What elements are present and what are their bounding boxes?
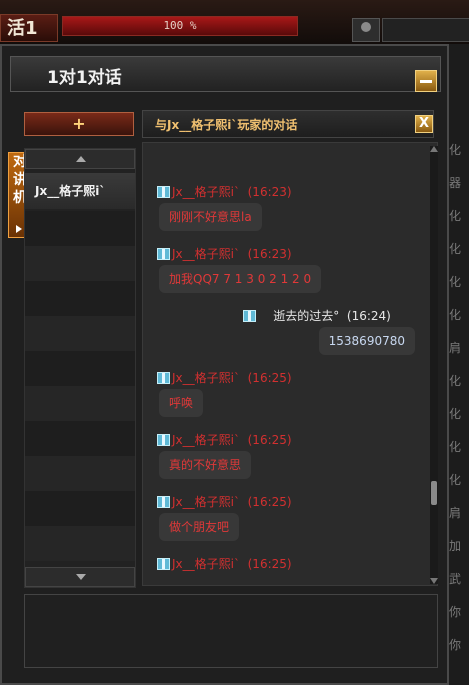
progress-text: 100 % bbox=[163, 19, 197, 32]
one-on-one-chat-window: 1对1对话 + 对 讲 机 Jx__格子熙i` 与Jx__格子熙i`玩家的对话 … bbox=[0, 44, 449, 685]
background-ui-text: 肩 bbox=[449, 506, 462, 520]
chat-message: Jx__格子熙i` (16:25) 真的不好意思 bbox=[143, 431, 435, 493]
empty-list-row bbox=[25, 386, 135, 421]
window-title: 1对1对话 bbox=[47, 68, 122, 88]
chat-header: 与Jx__格子熙i`玩家的对话 X bbox=[142, 110, 434, 138]
message-time: (16:23) bbox=[247, 185, 292, 199]
empty-list-row bbox=[25, 526, 135, 561]
message-bubble: 刚刚不好意思la bbox=[159, 203, 262, 231]
contact-scroll-up-button[interactable] bbox=[25, 149, 135, 169]
gift-icon bbox=[157, 434, 170, 446]
message-sender: Jx__格子熙i` (16:25) bbox=[157, 431, 292, 448]
message-bubble: 1538690780 bbox=[318, 327, 415, 355]
background-ui-text: 化 bbox=[449, 308, 462, 322]
activity-label: 活1 bbox=[0, 14, 58, 42]
contact-scroll-down-button[interactable] bbox=[25, 567, 135, 587]
scroll-up-arrow-icon[interactable] bbox=[430, 146, 438, 152]
background-ui-text: 化 bbox=[449, 440, 462, 454]
sender-name: 逝去的过去° bbox=[273, 309, 340, 323]
chat-message: 逝去的过去° (16:24) 1538690780 bbox=[143, 307, 435, 369]
sender-name: Jx__格子熙i` bbox=[172, 433, 240, 447]
expand-arrow-icon bbox=[16, 225, 22, 233]
empty-list-row bbox=[25, 211, 135, 246]
gift-icon bbox=[243, 310, 256, 322]
chat-message: Jx__格子熙i` (16:25) 呼唤 bbox=[143, 369, 435, 431]
message-time: (16:25) bbox=[247, 371, 292, 385]
player-avatar-icon[interactable] bbox=[352, 18, 380, 42]
empty-list-row bbox=[25, 316, 135, 351]
scrollbar-thumb[interactable] bbox=[431, 481, 437, 505]
background-ui-text: 器 bbox=[449, 176, 462, 190]
message-sender: Jx__格子熙i` (16:23) bbox=[157, 245, 292, 262]
empty-list-row bbox=[25, 421, 135, 456]
add-contact-button[interactable]: + bbox=[24, 112, 134, 136]
message-sender: Jx__格子熙i` (16:25) bbox=[157, 555, 292, 572]
message-bubble: 做个朋友吧 bbox=[159, 513, 240, 541]
gift-icon bbox=[157, 558, 170, 570]
message-time: (16:25) bbox=[247, 557, 292, 571]
empty-list-row bbox=[25, 351, 135, 386]
chat-message: Jx__格子熙i` (16:23) 加我QQ7 7 1 3 0 2 1 2 0 bbox=[143, 245, 435, 307]
background-ui-text: 肩 bbox=[449, 341, 462, 355]
background-ui-text: 化 bbox=[449, 473, 462, 487]
message-sender: Jx__格子熙i` (16:25) bbox=[157, 493, 292, 510]
contact-list: Jx__格子熙i` bbox=[24, 148, 136, 588]
background-ui-text: 你 bbox=[449, 605, 462, 619]
minimize-button[interactable] bbox=[415, 70, 437, 92]
chat-message: Jx__格子熙i` (16:23) 刚刚不好意思la bbox=[143, 183, 435, 245]
sender-name: Jx__格子熙i` bbox=[172, 557, 240, 571]
contact-item[interactable]: Jx__格子熙i` bbox=[25, 173, 135, 209]
gift-icon bbox=[157, 496, 170, 508]
message-sender: 逝去的过去° (16:24) bbox=[243, 307, 391, 324]
message-sender: Jx__格子熙i` (16:23) bbox=[157, 183, 292, 200]
sender-name: Jx__格子熙i` bbox=[172, 371, 240, 385]
scroll-down-arrow-icon[interactable] bbox=[430, 578, 438, 584]
message-time: (16:24) bbox=[346, 309, 391, 323]
background-ui-text: 加 bbox=[449, 539, 462, 553]
background-ui-text: 化 bbox=[449, 407, 462, 421]
chat-message: Jx__格子熙i` (16:25) bbox=[143, 555, 435, 585]
chat-message: Jx__格子熙i` (16:25) 做个朋友吧 bbox=[143, 493, 435, 555]
sender-name: Jx__格子熙i` bbox=[172, 247, 240, 261]
sender-name: Jx__格子熙i` bbox=[172, 495, 240, 509]
background-ui-text: 你 bbox=[449, 638, 462, 652]
message-bubble: 真的不好意思 bbox=[159, 451, 252, 479]
progress-bar: 100 % bbox=[62, 16, 298, 36]
gift-icon bbox=[157, 248, 170, 260]
top-status-bar: 活1 100 % bbox=[0, 0, 469, 45]
topbar-right-panel bbox=[382, 18, 469, 42]
message-bubble: 呼唤 bbox=[159, 389, 204, 417]
sender-name: Jx__格子熙i` bbox=[172, 185, 240, 199]
empty-list-row bbox=[25, 281, 135, 316]
message-time: (16:25) bbox=[247, 433, 292, 447]
chat-scrollbar[interactable] bbox=[430, 146, 438, 584]
message-time: (16:25) bbox=[247, 495, 292, 509]
background-ui-text: 化 bbox=[449, 275, 462, 289]
empty-list-row bbox=[25, 246, 135, 281]
window-titlebar[interactable]: 1对1对话 bbox=[10, 56, 441, 92]
message-sender: Jx__格子熙i` (16:25) bbox=[157, 369, 292, 386]
chat-title: 与Jx__格子熙i`玩家的对话 bbox=[155, 118, 298, 132]
background-ui-text: 化 bbox=[449, 374, 462, 388]
empty-list-row bbox=[25, 456, 135, 491]
empty-list-row bbox=[25, 491, 135, 526]
message-time: (16:23) bbox=[247, 247, 292, 261]
chat-message-area: Jx__格子熙i` (16:23) 刚刚不好意思la Jx__格子熙i` (16:2… bbox=[142, 142, 438, 586]
background-ui-text: 武 bbox=[449, 572, 462, 586]
background-ui-text: 化 bbox=[449, 143, 462, 157]
background-right-panel: 化器化化化化肩化化化化肩加武你你 bbox=[447, 44, 469, 685]
gift-icon bbox=[157, 186, 170, 198]
gift-icon bbox=[157, 372, 170, 384]
background-ui-text: 化 bbox=[449, 242, 462, 256]
background-ui-text: 化 bbox=[449, 209, 462, 223]
message-bubble: 加我QQ7 7 1 3 0 2 1 2 0 bbox=[159, 265, 322, 293]
close-chat-button[interactable]: X bbox=[415, 115, 433, 133]
message-input[interactable] bbox=[24, 594, 438, 668]
